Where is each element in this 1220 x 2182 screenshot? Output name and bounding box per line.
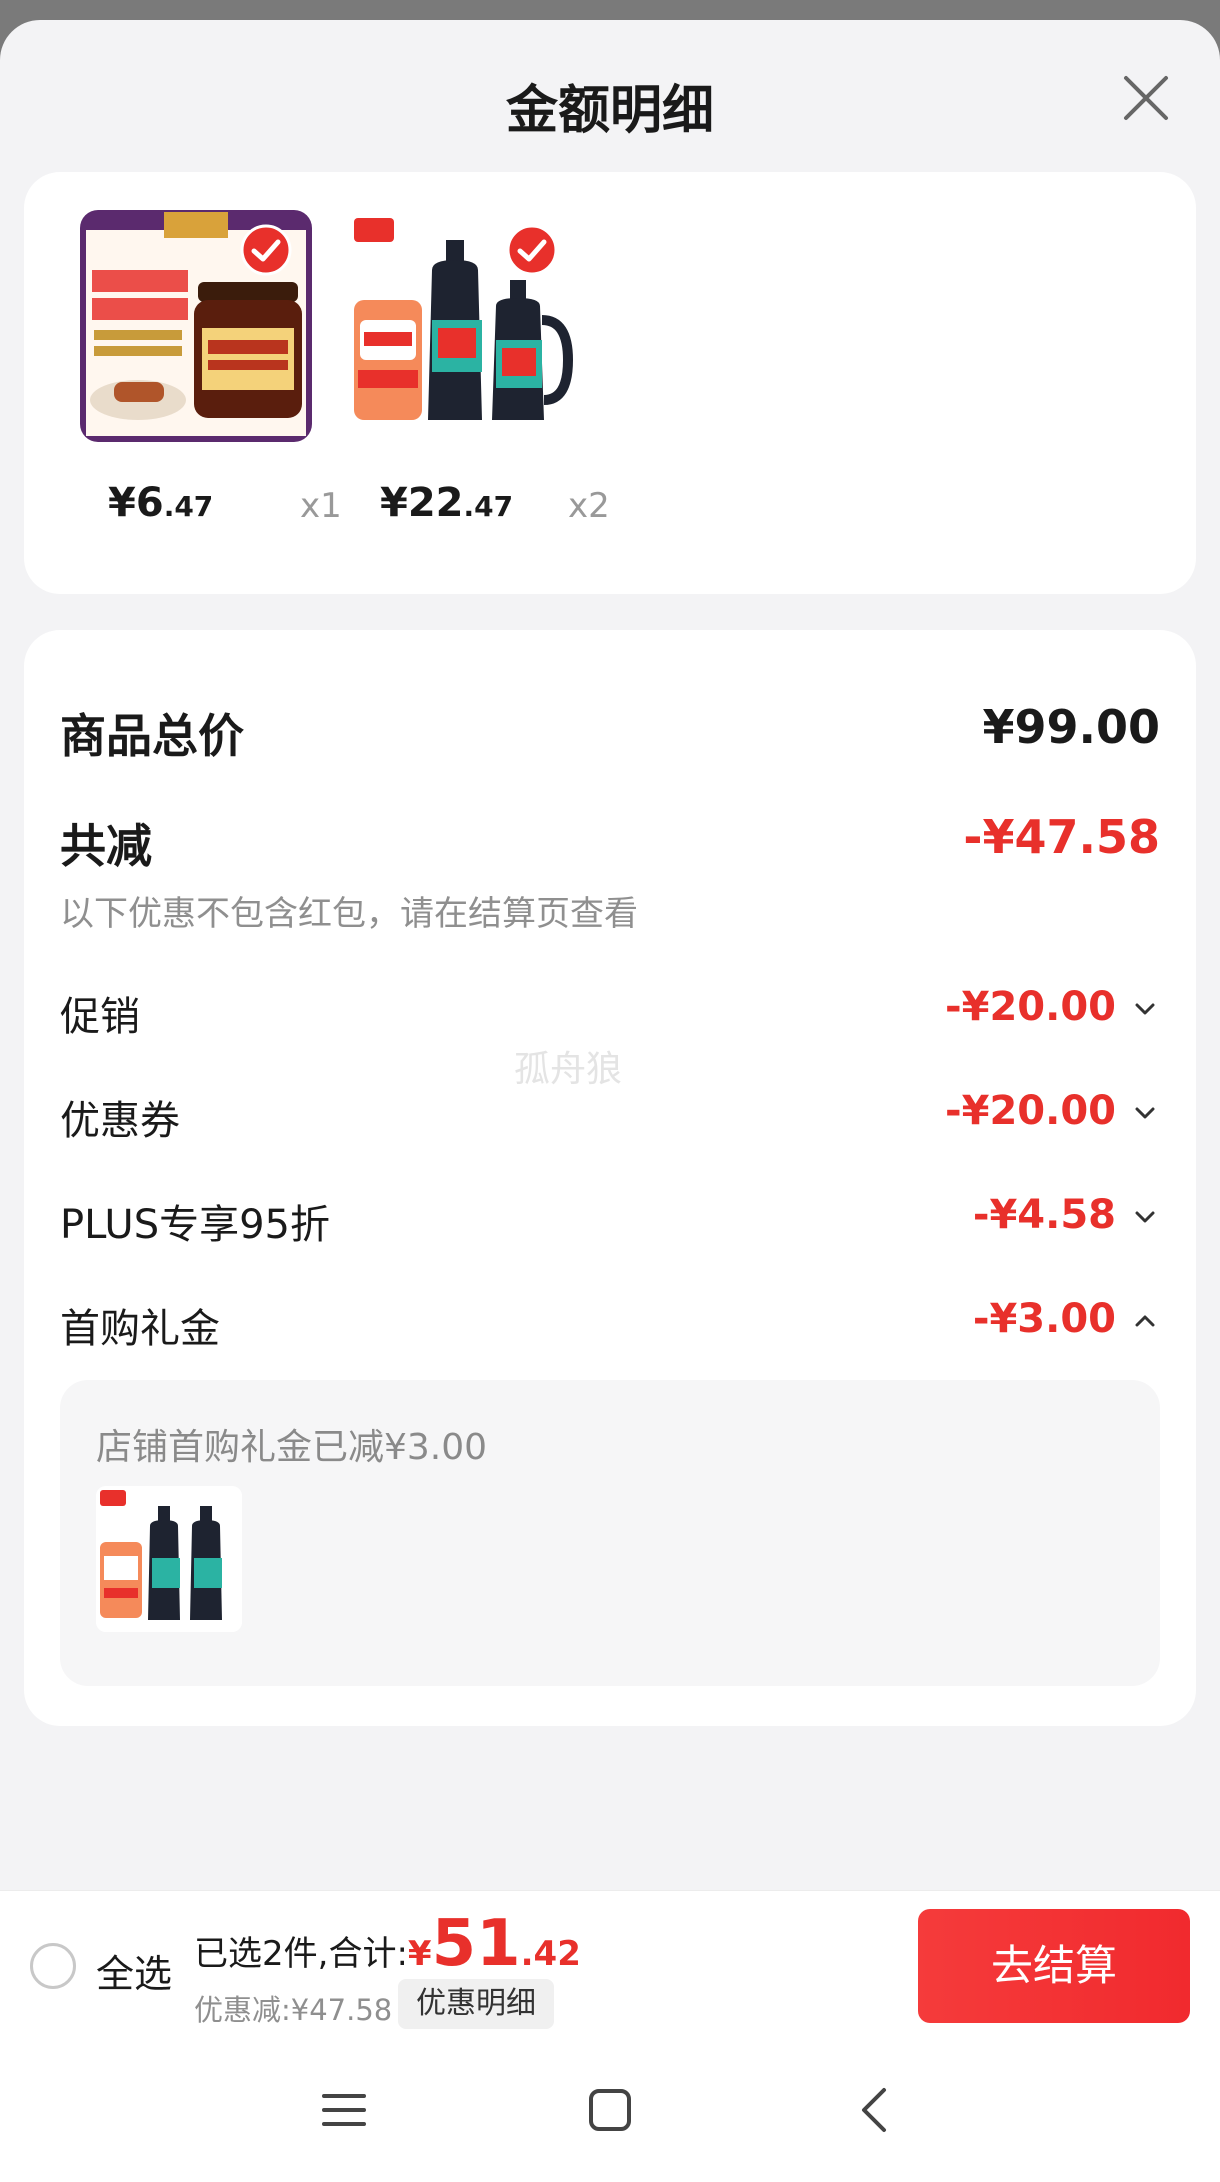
total-price-value: ¥99.00 [982, 700, 1160, 754]
home-square-icon[interactable] [582, 2082, 638, 2138]
discount-row-promotion[interactable]: 促销 -¥20.00 [60, 984, 1160, 1040]
product-quantity: x2 [568, 486, 610, 526]
close-icon[interactable] [1118, 70, 1174, 126]
chevron-down-icon[interactable] [1130, 1202, 1160, 1232]
product-item[interactable]: ¥22.47 x2 [346, 210, 610, 540]
first-purchase-detail-text: 店铺首购礼金已减¥3.00 [96, 1427, 488, 1468]
chevron-down-icon[interactable] [1130, 994, 1160, 1024]
selected-check-icon [240, 224, 292, 276]
discount-row-coupon[interactable]: 优惠券 -¥20.00 [60, 1088, 1160, 1144]
select-all-label[interactable]: 全选 [96, 1943, 172, 1998]
back-arrow-icon[interactable] [848, 2082, 904, 2138]
discount-value: -¥20.00 [945, 984, 1116, 1030]
total-dec: .42 [520, 1934, 581, 1974]
watermark-text: 孤舟狼 [514, 1049, 623, 1090]
total-reduce-row: 共减 -¥47.58 [60, 810, 1160, 873]
total-int: 51 [431, 1907, 521, 1981]
total-price-label: 商品总价 [60, 709, 244, 763]
checkout-button[interactable]: 去结算 [918, 1909, 1190, 2023]
sheet-header: 金额明细 [0, 20, 1220, 170]
menu-icon[interactable] [316, 2082, 372, 2138]
chevron-up-icon[interactable] [1130, 1306, 1160, 1336]
total-price-row: 商品总价 ¥99.00 [60, 700, 1160, 763]
price-detail-card: 商品总价 ¥99.00 共减 -¥47.58 以下优惠不包含红包，请在结算页查看… [24, 630, 1196, 1726]
products-card: ¥6.47 x1 ¥22.47 x2 [24, 172, 1196, 594]
discount-row-plus[interactable]: PLUS专享95折 -¥4.58 [60, 1192, 1160, 1248]
selected-count-text: 已选2件,合计: [194, 1934, 408, 1974]
product-price: ¥22.47 [380, 480, 514, 526]
product-price: ¥6.47 [108, 480, 214, 526]
checkout-bar: 全选 已选2件,合计:¥51.42 优惠减:¥47.58 优惠明细 去结算 [0, 1890, 1220, 2038]
selected-check-icon [506, 224, 558, 276]
discount-label: 促销 [60, 994, 140, 1040]
product-quantity: x1 [300, 486, 342, 526]
discount-detail-button[interactable]: 优惠明细 [398, 1979, 554, 2029]
discount-label: 优惠券 [60, 1098, 180, 1144]
system-nav-bar [0, 2038, 1220, 2182]
product-item[interactable]: ¥6.47 x1 [80, 210, 342, 540]
discount-value: -¥20.00 [945, 1088, 1116, 1134]
discount-label: 首购礼金 [60, 1306, 220, 1352]
first-purchase-product-image[interactable] [96, 1486, 242, 1632]
sheet-title: 金额明细 [505, 81, 714, 141]
discount-label: PLUS专享95折 [60, 1202, 330, 1248]
select-all-radio[interactable] [30, 1943, 76, 1989]
chevron-down-icon[interactable] [1130, 1098, 1160, 1128]
saved-amount: 优惠减:¥47.58 [194, 1993, 393, 2027]
total-currency: ¥ [407, 1934, 432, 1974]
order-summary: 已选2件,合计:¥51.42 [194, 1907, 581, 1981]
total-reduce-label: 共减 [60, 819, 152, 873]
total-reduce-value: -¥47.58 [963, 810, 1160, 864]
discount-row-first-purchase[interactable]: 首购礼金 -¥3.00 [60, 1296, 1160, 1352]
amount-detail-sheet: 金额明细 ¥6.47 x1 ¥22.47 x2 商品总价 ¥99.00 共减 -… [0, 20, 1220, 2182]
first-purchase-detail-panel: 店铺首购礼金已减¥3.00 [60, 1380, 1160, 1686]
discount-note: 以下优惠不包含红包，请在结算页查看 [60, 894, 638, 934]
